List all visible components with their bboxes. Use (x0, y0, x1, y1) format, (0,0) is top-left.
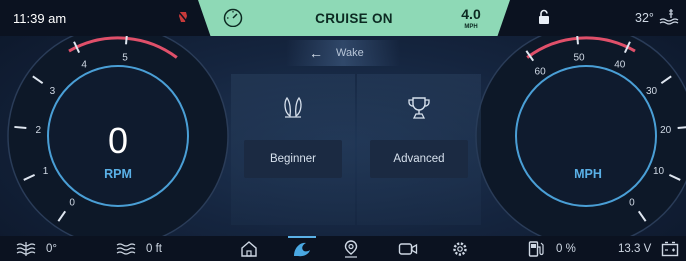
fuel-icon (528, 240, 544, 257)
beginner-label: Beginner (269, 153, 317, 165)
location-icon[interactable] (342, 240, 360, 258)
speed-unit-label: MPH (574, 167, 602, 181)
rpm-tick-label: 4 (81, 59, 87, 70)
speed-tick-label: 20 (660, 125, 672, 136)
rpm-tick (14, 125, 27, 129)
depth-icon (116, 242, 136, 255)
depth-indicator: 0 ft (116, 236, 162, 261)
camera-icon[interactable] (398, 240, 418, 258)
speed-tick (677, 126, 686, 129)
arrow-left-icon[interactable]: ← (309, 45, 323, 61)
rpm-tick (125, 36, 128, 45)
wave-icon[interactable] (292, 240, 312, 258)
depth-value: 0 ft (146, 242, 162, 255)
bottom-bar: 0° 0 ft 0 % 13.3 V (0, 236, 686, 261)
cruise-banner[interactable]: CRUISE ON 4.0 MPH (198, 0, 510, 36)
speed-tick-label: 30 (646, 86, 658, 97)
active-tab-indicator (288, 236, 316, 238)
rpm-tick-label: 5 (122, 52, 128, 63)
fuel-value: 0 % (556, 242, 576, 255)
rpm-tick-label: 0 (69, 198, 75, 209)
air-temperature: 32° (635, 11, 654, 25)
rpm-value: 0 (107, 120, 129, 161)
water-temp-value: 0° (46, 242, 57, 255)
advanced-label: Advanced (393, 153, 445, 165)
water-temp-indicator: 0° (16, 236, 57, 261)
status-bar: 11:39 am CRUISE ON 4.0 MPH 32° (0, 0, 686, 36)
battery-icon (662, 241, 679, 256)
trophy-icon (408, 97, 430, 119)
speed-tick-label: 50 (573, 52, 585, 63)
rpm-tick-label: 3 (50, 86, 56, 97)
beginner-button[interactable]: Beginner (244, 140, 342, 178)
fuel-indicator: 0 % (528, 236, 576, 261)
advanced-option-card[interactable]: Advanced (357, 74, 481, 225)
rpm-unit-label: RPM (104, 167, 132, 181)
advanced-button[interactable]: Advanced (370, 140, 468, 178)
board-icon (284, 96, 302, 118)
beginner-option-card[interactable]: Beginner (231, 74, 355, 225)
home-icon[interactable] (240, 240, 258, 258)
rpm-tick-label: 2 (36, 125, 42, 136)
rpm-tick-label: 1 (43, 166, 49, 177)
water-temp-icon (16, 241, 36, 256)
speed-tick-label: 60 (535, 66, 547, 77)
speed-tick-label: 0 (629, 198, 635, 209)
speed-tick-label: 40 (614, 59, 626, 70)
cruise-speed-unit: MPH (464, 24, 478, 30)
clock: 11:39 am (13, 11, 67, 26)
battery-value: 13.3 V (618, 242, 652, 255)
battery-indicator: 13.3 V (618, 236, 679, 261)
speed-tick (576, 36, 579, 45)
mode-title: Wake (336, 47, 364, 59)
speed-tick-label: 10 (653, 166, 665, 177)
gear-icon[interactable] (451, 240, 469, 258)
cruise-speed-value: 4.0 (461, 6, 481, 22)
unlock-icon[interactable] (537, 9, 551, 25)
dashboard-screen: 11:39 am CRUISE ON 4.0 MPH 32° 0 1 2 3 4… (0, 0, 686, 261)
engine-alert-icon[interactable] (176, 9, 190, 25)
depth-gauge-icon (659, 9, 679, 25)
speed-gauge: 0 10 20 30 40 50 60 (475, 36, 686, 236)
